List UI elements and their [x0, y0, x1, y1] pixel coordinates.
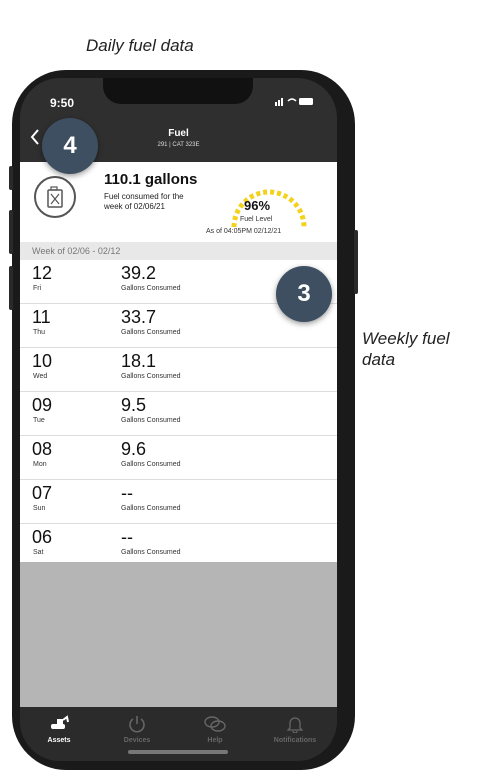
gallons-label: Gallons Consumed [121, 417, 181, 424]
phone-power-button [354, 230, 358, 294]
day-of-week: Wed [33, 373, 48, 380]
fuel-level-percent: 96% [244, 198, 271, 213]
gallons-label: Gallons Consumed [121, 461, 181, 468]
power-icon [102, 715, 172, 733]
fuel-level-label: Fuel Level [240, 216, 273, 223]
signal-battery-icon [275, 98, 313, 106]
phone-notch [103, 78, 253, 104]
gallons-label: Gallons Consumed [121, 329, 181, 336]
day-of-week: Thu [33, 329, 46, 336]
tab-label: Notifications [273, 737, 317, 744]
tab-label: Help [207, 737, 223, 744]
list-item[interactable]: 07 Sun -- Gallons Consumed [20, 480, 337, 524]
gallons-label: Gallons Consumed [121, 505, 181, 512]
day-of-week: Sat [33, 549, 44, 556]
day-number: 06 [32, 527, 53, 547]
fuel-summary-card: 110.1 gallons Fuel consumed for the week… [20, 162, 337, 242]
list-item[interactable]: 09 Tue 9.5 Gallons Consumed [20, 392, 337, 436]
home-indicator [128, 750, 228, 754]
caption-weekly-fuel-data: Weekly fuel data [362, 329, 450, 369]
day-of-week: Mon [33, 461, 47, 468]
chat-bubbles-icon [180, 715, 250, 733]
status-time: 9:50 [50, 96, 75, 110]
jerrycan-icon [34, 176, 76, 218]
status-icons [275, 96, 315, 109]
fuel-level-timestamp: As of 04:05PM 02/12/21 [206, 228, 282, 235]
phone-volume-down [9, 266, 13, 310]
gallons-value: 33.7 [121, 307, 157, 327]
phone-volume-up [9, 210, 13, 254]
gallons-value: 9.5 [121, 395, 147, 415]
day-number: 10 [32, 351, 53, 371]
gallons-value: -- [121, 527, 133, 547]
excavator-icon [24, 715, 94, 733]
phone-screen: 9:50 Fuel 291 | CAT 323E 110.1 gallons F… [20, 78, 337, 761]
tab-label: Devices [123, 737, 151, 744]
week-header: Week of 02/06 - 02/12 [20, 242, 337, 260]
day-number: 07 [32, 483, 53, 503]
tab-help[interactable]: Help [180, 715, 250, 744]
tab-devices[interactable]: Devices [102, 715, 172, 744]
gallons-description: Fuel consumed for the week of 02/06/21 [104, 192, 184, 211]
callout-badge-3: 3 [276, 266, 332, 322]
phone-mute-switch [9, 166, 13, 190]
list-item[interactable]: 10 Wed 18.1 Gallons Consumed [20, 348, 337, 392]
gallons-value: -- [121, 483, 133, 503]
gallons-label: Gallons Consumed [121, 373, 181, 380]
gallons-total: 110.1 gallons [104, 171, 198, 188]
tab-notifications[interactable]: Notifications [260, 715, 330, 744]
gallons-value: 9.6 [121, 439, 147, 459]
list-item[interactable]: 06 Sat -- Gallons Consumed [20, 524, 337, 567]
tab-label: Assets [47, 737, 71, 744]
day-number: 11 [32, 307, 51, 327]
day-number: 12 [32, 263, 53, 283]
gallons-label: Gallons Consumed [121, 549, 181, 556]
gallons-value: 18.1 [121, 351, 157, 371]
bell-icon [260, 715, 330, 734]
list-item[interactable]: 08 Mon 9.6 Gallons Consumed [20, 436, 337, 480]
day-number: 09 [32, 395, 53, 415]
day-of-week: Sun [33, 505, 46, 512]
gallons-label: Gallons Consumed [121, 285, 181, 292]
day-of-week: Tue [33, 417, 45, 424]
day-of-week: Fri [33, 285, 42, 292]
callout-badge-4: 4 [42, 118, 98, 174]
tab-assets[interactable]: Assets [24, 715, 94, 744]
day-number: 08 [32, 439, 53, 459]
empty-content-area [20, 562, 337, 707]
gallons-value: 39.2 [121, 263, 157, 283]
caption-daily-fuel-data: Daily fuel data [86, 36, 194, 55]
